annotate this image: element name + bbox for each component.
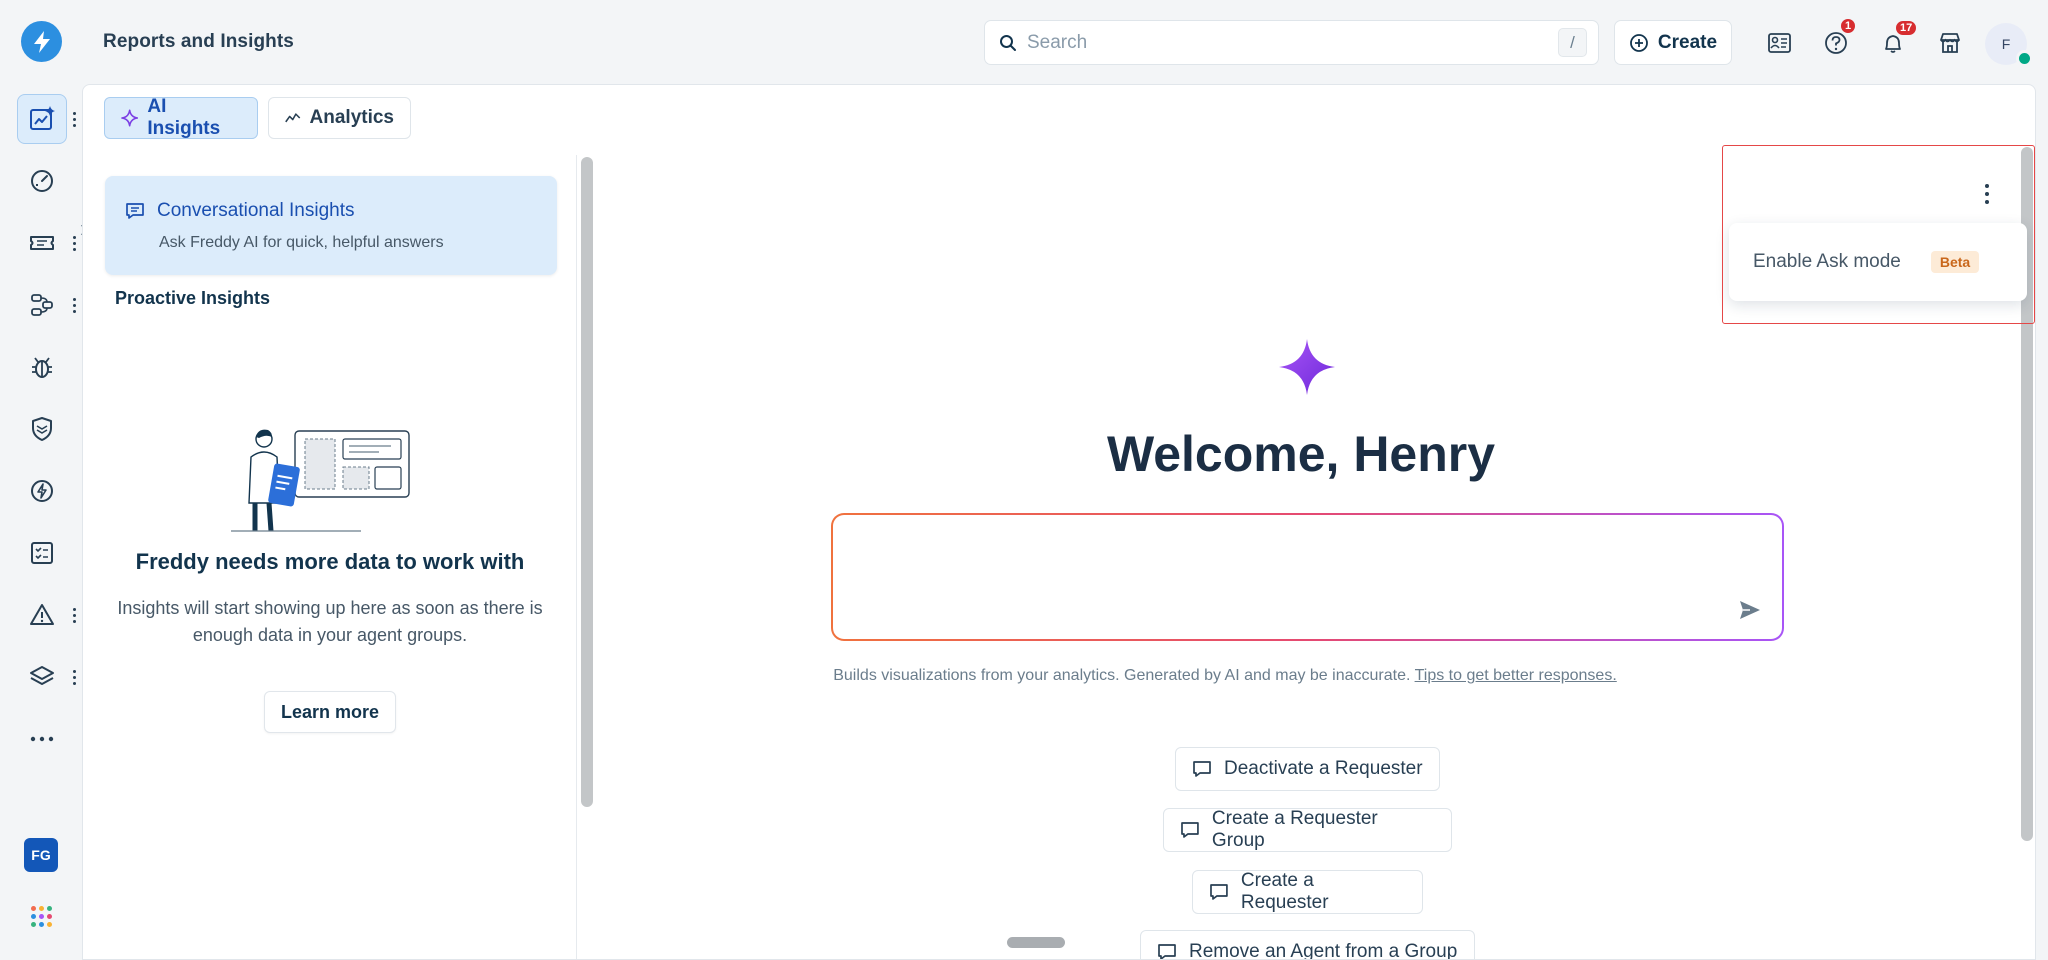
nav-assets-menu[interactable] (70, 670, 78, 685)
notifications-badge: 17 (1894, 19, 1919, 37)
ai-disclaimer-text: Builds visualizations from your analytic… (833, 667, 1411, 684)
create-label: Create (1657, 31, 1718, 53)
online-status-dot (2016, 50, 2033, 67)
id-card-icon (1768, 33, 1791, 53)
insights-panel-scrollbar[interactable] (581, 157, 593, 807)
nav-changes[interactable] (17, 404, 67, 454)
nav-alerts[interactable] (17, 590, 67, 640)
plus-circle-icon (1630, 33, 1648, 52)
search-icon (1000, 35, 1016, 51)
freshservice-logo[interactable] (21, 21, 62, 62)
empty-state-illustration (231, 429, 410, 532)
chat-bubble-icon (1158, 944, 1176, 959)
nav-ai-insights[interactable] (17, 94, 67, 144)
chat-bubble-icon (1193, 761, 1211, 777)
nav-tickets-menu[interactable] (70, 236, 78, 251)
beta-badge: Beta (1930, 251, 1980, 273)
empty-state-heading: Freddy needs more data to work with (135, 549, 525, 574)
left-nav: FG (0, 84, 89, 960)
nav-alerts-menu[interactable] (70, 608, 78, 623)
tab-analytics-label: Analytics (309, 107, 394, 128)
page-title: Reports and Insights (103, 31, 294, 52)
suggestion-label: Create a Requester Group (1211, 808, 1378, 851)
more-icon (30, 736, 54, 742)
main-content: AI Insights Analytics Conversational Ins… (82, 84, 2036, 960)
nav-tickets[interactable] (17, 218, 67, 268)
marketplace-button[interactable] (1932, 25, 1968, 61)
suggestion-chip[interactable]: Create a Requester Group (1163, 808, 1452, 852)
store-icon (1940, 33, 1960, 53)
ask-input[interactable] (833, 515, 1782, 639)
workspace-badge[interactable]: FG (24, 838, 58, 872)
nav-workflows-menu[interactable] (70, 298, 78, 313)
suggestion-chip[interactable]: Create a Requester (1192, 870, 1423, 914)
nav-workflows[interactable] (17, 280, 67, 330)
options-menu-button[interactable] (1977, 179, 1997, 209)
checklist-icon (31, 542, 53, 564)
suggestion-label: Remove an Agent from a Group (1189, 941, 1458, 960)
tab-analytics[interactable]: Analytics (268, 97, 411, 139)
layers-icon (30, 666, 54, 685)
conversational-insights-card[interactable]: Conversational Insights Ask Freddy AI fo… (105, 176, 557, 275)
profile-card-button[interactable] (1760, 25, 1796, 61)
chat-bubble-icon (1181, 822, 1199, 838)
nav-ai-insights-menu[interactable] (70, 112, 78, 127)
chart-sparkle-icon (30, 106, 55, 130)
chat-bubble-icon (1210, 884, 1228, 900)
ask-mode-menu: Enable Ask mode Beta (1729, 223, 2027, 301)
create-button[interactable]: Create (1614, 20, 1732, 65)
suggestion-label: Create a Requester (1240, 870, 1329, 913)
suggestion-chip[interactable]: Remove an Agent from a Group (1140, 930, 1475, 960)
resize-handle[interactable] (1007, 937, 1065, 948)
nav-assets[interactable] (17, 652, 67, 702)
trend-line-icon (285, 113, 301, 123)
learn-more-button[interactable]: Learn more (264, 691, 396, 733)
global-search[interactable]: / (984, 20, 1599, 65)
suggestion-label: Deactivate a Requester (1224, 758, 1423, 779)
tab-ai-insights-label: AI Insights (147, 96, 221, 139)
tips-link[interactable]: Tips to get better responses. (1415, 667, 1617, 684)
nav-dashboard[interactable] (17, 156, 67, 206)
flow-icon (31, 294, 53, 316)
suggestion-chip[interactable]: Deactivate a Requester (1175, 747, 1440, 791)
tab-ai-insights[interactable]: AI Insights (104, 96, 258, 139)
search-input[interactable] (1027, 29, 1527, 57)
ai-disclaimer: Builds visualizations from your analytic… (601, 667, 1849, 685)
sparkle-icon (121, 109, 139, 127)
freddy-sparkle-icon (1279, 339, 1335, 395)
nav-tasks[interactable] (17, 528, 67, 578)
help-badge: 1 (1839, 17, 1858, 35)
speedometer-icon (31, 170, 53, 192)
shield-icon (32, 417, 52, 441)
app-switcher-icon[interactable] (31, 906, 52, 927)
ask-input-wrapper (831, 513, 1784, 641)
ticket-icon (30, 236, 54, 250)
bolt-circle-icon (31, 480, 53, 502)
send-icon (1740, 601, 1760, 619)
conversational-insights-subtitle: Ask Freddy AI for quick, helpful answers (159, 234, 444, 251)
top-bar: Reports and Insights / Create 1 17 F (0, 0, 2048, 84)
nav-releases[interactable] (17, 466, 67, 516)
nav-more[interactable] (17, 714, 67, 764)
chat-lines-icon (126, 203, 144, 219)
bug-icon (32, 357, 52, 378)
alert-triangle-icon (30, 604, 54, 625)
nav-problems[interactable] (17, 342, 67, 392)
send-button[interactable] (1733, 595, 1767, 625)
enable-ask-mode-option[interactable]: Enable Ask mode (1753, 251, 1901, 273)
welcome-heading: Welcome, Henry (1106, 426, 1496, 482)
proactive-insights-title: Proactive Insights (115, 288, 271, 308)
search-shortcut-key: / (1558, 28, 1587, 57)
empty-state-text: Insights will start showing up here as s… (117, 598, 543, 645)
conversational-insights-title: Conversational Insights (157, 200, 355, 221)
bolt-icon (33, 30, 50, 53)
